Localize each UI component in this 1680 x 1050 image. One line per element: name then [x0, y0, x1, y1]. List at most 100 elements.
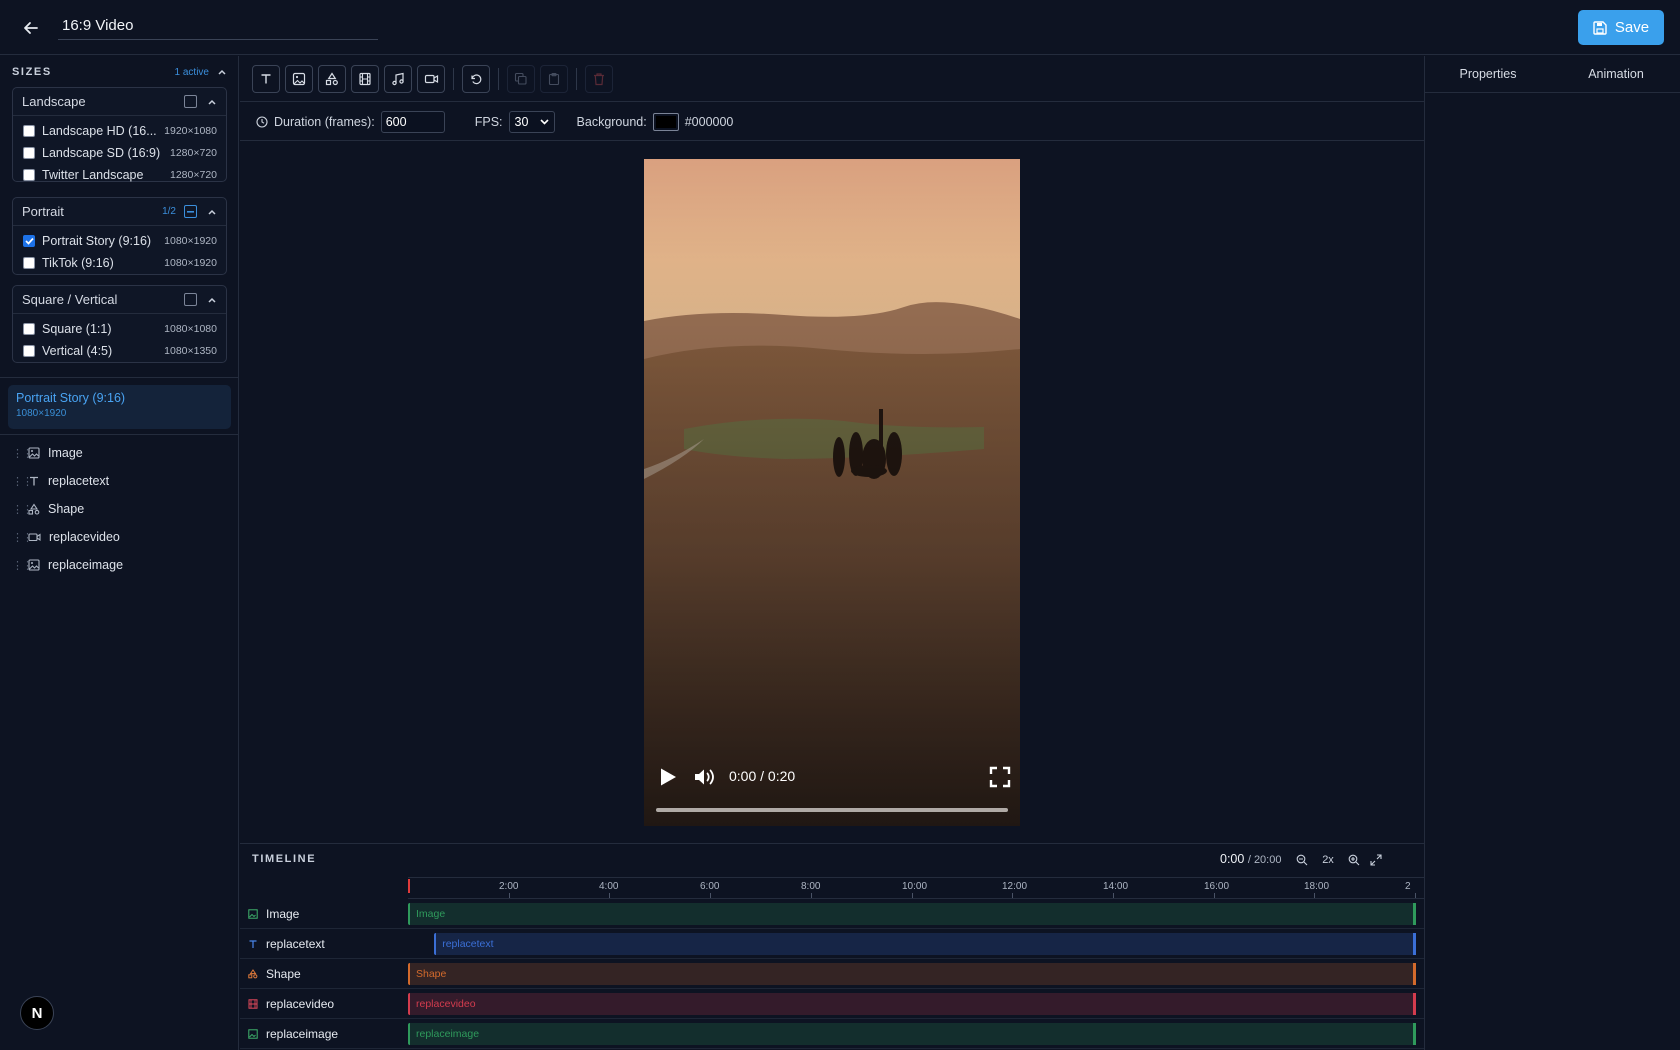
play-button[interactable]	[656, 765, 680, 789]
size-dims: 1280×720	[169, 147, 217, 159]
group-partial-checkbox[interactable]	[184, 205, 197, 218]
chevron-up-icon[interactable]	[207, 207, 217, 217]
size-option[interactable]: Twitter Landscape 1280×720	[13, 164, 226, 186]
paste-button[interactable]	[540, 65, 568, 93]
ruler-tick	[912, 893, 913, 898]
group-header[interactable]: Portrait 1/2	[13, 198, 226, 226]
track-name-replacevideo[interactable]: replacevideo	[248, 991, 404, 1017]
add-video-button[interactable]	[417, 65, 445, 93]
layer-item-shape[interactable]: ⋮⋮ Shape	[12, 498, 232, 520]
layer-label: replaceimage	[48, 558, 124, 572]
add-shape-button[interactable]	[318, 65, 346, 93]
sizes-title: SIZES	[12, 66, 52, 78]
track-name-replacetext[interactable]: replacetext	[248, 931, 404, 957]
chevron-up-icon[interactable]	[207, 97, 217, 107]
timeline-clip-replaceimage[interactable]: replaceimage	[408, 1023, 1416, 1045]
expand-icon[interactable]	[1370, 854, 1382, 866]
save-label: Save	[1614, 19, 1650, 36]
timeline-zoom-tools: 2x	[1296, 850, 1382, 870]
ruler-tick	[609, 893, 610, 898]
clip-resize-handle[interactable]	[1413, 963, 1416, 985]
chevron-up-icon[interactable]	[217, 67, 227, 77]
video-preview[interactable]	[644, 159, 1020, 826]
ruler-tick-label: 2	[1405, 881, 1411, 892]
group-select-all-checkbox[interactable]	[184, 95, 197, 108]
layer-item-image[interactable]: ⋮⋮ Image	[12, 442, 232, 464]
clip-resize-handle[interactable]	[1413, 993, 1416, 1015]
fullscreen-button[interactable]	[989, 766, 1011, 788]
right-panel-tabs: Properties Animation	[1424, 56, 1680, 93]
size-checkbox-checked[interactable]	[23, 235, 35, 247]
active-size-card[interactable]: Portrait Story (9:16) 1080×1920	[8, 385, 231, 429]
copy-button[interactable]	[507, 65, 535, 93]
size-checkbox[interactable]	[23, 147, 35, 159]
add-image-button[interactable]	[285, 65, 313, 93]
volume-button[interactable]	[692, 765, 718, 789]
drag-handle-icon[interactable]: ⋮⋮	[12, 531, 33, 544]
project-title-input[interactable]	[58, 14, 378, 40]
tab-animation[interactable]: Animation	[1552, 56, 1680, 92]
player-progress-bar[interactable]	[656, 808, 1008, 812]
fps-label: FPS:	[474, 114, 503, 129]
size-checkbox[interactable]	[23, 125, 35, 137]
size-checkbox[interactable]	[23, 345, 35, 357]
timeline-clip-replacetext[interactable]: replacetext	[434, 933, 1416, 955]
clip-resize-handle[interactable]	[1412, 933, 1416, 955]
drag-handle-icon[interactable]: ⋮⋮	[12, 447, 33, 460]
image-icon	[292, 72, 306, 86]
size-checkbox[interactable]	[23, 257, 35, 269]
timeline-clip-shape[interactable]: Shape	[408, 963, 1416, 985]
layer-item-replaceimage[interactable]: ⋮⋮ replaceimage	[12, 554, 232, 576]
add-audio-button[interactable]	[384, 65, 412, 93]
zoom-in-icon[interactable]	[1348, 854, 1360, 866]
playhead[interactable]	[408, 879, 410, 893]
size-option[interactable]: Landscape SD (16:9) 1280×720	[13, 142, 226, 164]
zoom-out-icon[interactable]	[1296, 854, 1308, 866]
add-text-button[interactable]	[252, 65, 280, 93]
save-button[interactable]: Save	[1578, 10, 1664, 45]
size-checkbox[interactable]	[23, 323, 35, 335]
zoom-level: 2x	[1322, 854, 1334, 866]
chevron-up-icon[interactable]	[207, 295, 217, 305]
size-option[interactable]: Landscape HD (16... 1920×1080	[13, 120, 226, 142]
timeline-clip-image[interactable]: Image	[408, 903, 1416, 925]
clip-resize-handle[interactable]	[1413, 1023, 1416, 1045]
copy-icon	[514, 72, 527, 85]
delete-button[interactable]	[585, 65, 613, 93]
background-color-swatch[interactable]	[652, 112, 679, 131]
back-button[interactable]	[16, 14, 46, 42]
fps-select[interactable]: 30	[508, 110, 555, 133]
ruler-tick-label: 16:00	[1204, 881, 1230, 892]
add-film-button[interactable]	[351, 65, 379, 93]
group-header[interactable]: Square / Vertical	[13, 286, 226, 314]
undo-button[interactable]	[462, 65, 490, 93]
layer-item-replacetext[interactable]: ⋮⋮ replacetext	[12, 470, 232, 492]
n-logo[interactable]: N	[20, 996, 54, 1030]
size-checkbox[interactable]	[23, 169, 35, 181]
text-icon	[30, 476, 38, 486]
size-option[interactable]: Portrait Story (9:16) 1080×1920	[13, 230, 226, 252]
minus-icon	[187, 210, 194, 213]
drag-handle-icon[interactable]: ⋮⋮	[12, 559, 33, 572]
group-select-all-checkbox[interactable]	[184, 293, 197, 306]
timeline-ruler[interactable]: 2:00 4:00 6:00 8:00 10:00 12:00 14:00 16:00 18:0…	[408, 877, 1424, 899]
drag-handle-icon[interactable]: ⋮⋮	[12, 503, 33, 516]
size-option[interactable]: Square (1:1) 1080×1080	[13, 318, 226, 340]
track-name-image[interactable]: Image	[248, 901, 404, 927]
timeline-clip-replacevideo[interactable]: replacevideo	[408, 993, 1416, 1015]
size-option[interactable]: Vertical (4:5) 1080×1350	[13, 340, 226, 362]
tab-properties[interactable]: Properties	[1424, 56, 1552, 92]
layer-label: replacetext	[48, 474, 110, 488]
active-size-name: Portrait Story (9:16)	[16, 391, 126, 405]
group-header[interactable]: Landscape	[13, 88, 226, 116]
layer-item-replacevideo[interactable]: ⋮⋮ replacevideo	[12, 526, 232, 548]
duration-input[interactable]	[380, 110, 445, 133]
film-icon	[248, 999, 258, 1009]
size-option[interactable]: TikTok (9:16) 1080×1920	[13, 252, 226, 274]
track-name-shape[interactable]: Shape	[248, 961, 404, 987]
timeline-title: TIMELINE	[252, 853, 317, 865]
music-icon	[392, 72, 404, 86]
track-name-replaceimage[interactable]: replaceimage	[248, 1021, 404, 1047]
clip-resize-handle[interactable]	[1413, 903, 1416, 925]
drag-handle-icon[interactable]: ⋮⋮	[12, 475, 33, 488]
